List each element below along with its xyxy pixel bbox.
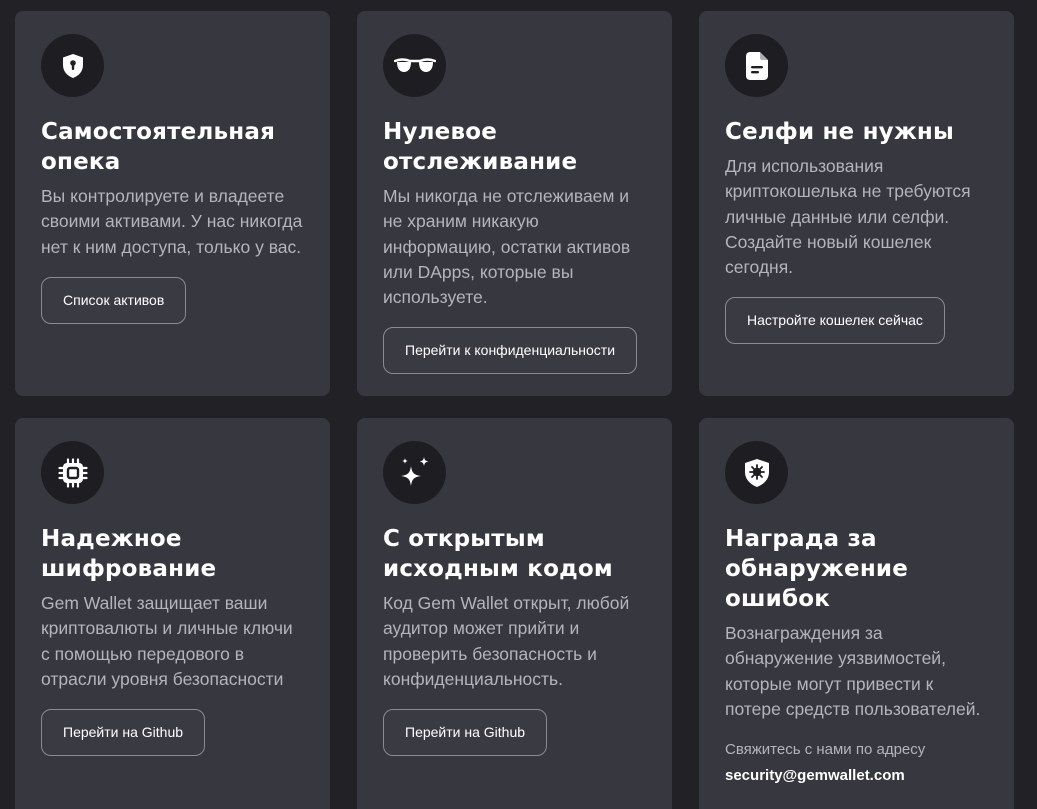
card-description: Код Gem Wallet открыт, любой аудитор мож… [383,593,630,689]
shield-bug-icon [744,458,770,488]
document-icon [745,51,769,81]
assets-list-button[interactable]: Список активов [41,276,187,324]
feature-icon-container [41,34,104,97]
shield-lock-icon [62,53,84,79]
feature-icon-container [725,441,788,504]
feature-icon-container [725,34,788,97]
card-description: Gem Wallet защищает ваши криптовалюты и … [41,593,293,689]
sparkles-icon [399,456,431,490]
feature-icon-container [41,441,104,504]
card-description: Мы никогда не отслеживаем и не храним ни… [383,186,631,308]
card-title: Надежное шифрование [41,526,217,582]
card-title: Награда за обнаружение ошибок [725,526,909,612]
contact-label: Свяжитесь с нами по адресу [725,741,926,759]
github-button[interactable]: Перейти на Github [41,709,206,757]
features-grid: Самостоятельная опека Вы контролируете и… [15,11,1015,809]
feature-icon-container [383,34,446,97]
card-description: Для использования криптокошелька не треб… [725,156,971,278]
chip-icon [57,457,88,488]
privacy-button[interactable]: Перейти к конфиденциальности [383,327,638,375]
card-title: Самостоятельная опека [41,119,276,175]
card-description: Вознаграждения за обнаружение уязвимосте… [725,623,981,719]
feature-card-self-custody: Самостоятельная опека Вы контролируете и… [15,11,330,396]
feature-icon-container [383,441,446,504]
feature-card-bug-bounty: Награда за обнаружение ошибок Вознагражд… [699,418,1014,809]
card-title: Селфи не нужны [725,119,955,145]
feature-card-no-selfies: Селфи не нужны Для использования крипток… [699,11,1014,396]
card-title: Нулевое отслеживание [383,119,578,175]
setup-wallet-button[interactable]: Настройте кошелек сейчас [725,297,945,345]
feature-card-encryption: Надежное шифрование Gem Wallet защищает … [15,418,330,809]
github-button[interactable]: Перейти на Github [383,709,548,757]
feature-card-zero-tracking: Нулевое отслеживание Мы никогда не отсле… [357,11,672,396]
sunglasses-icon [393,57,436,75]
card-title: С открытым исходным кодом [383,526,613,582]
card-description: Вы контролируете и владеете своими актив… [41,186,303,257]
contact-email-link[interactable]: security@gemwallet.com [725,765,988,787]
feature-card-open-source: С открытым исходным кодом Код Gem Wallet… [357,418,672,809]
